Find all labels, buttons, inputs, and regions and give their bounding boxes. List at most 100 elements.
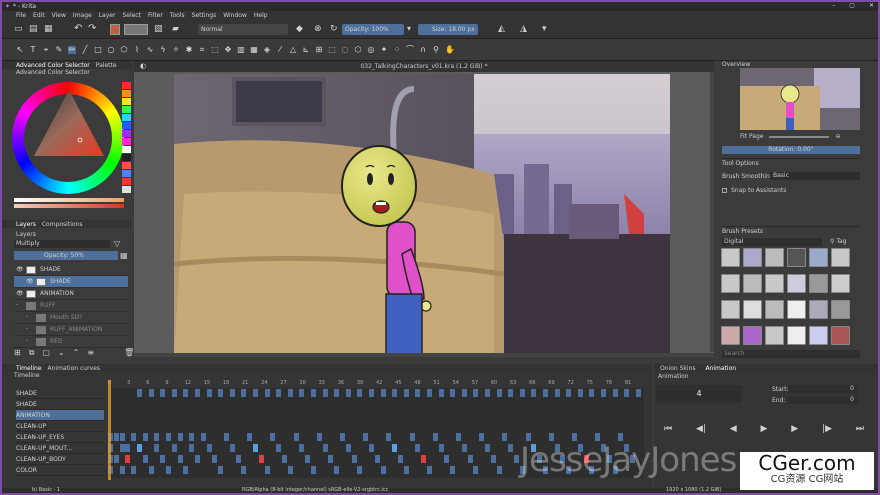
tab-compositions[interactable]: Compositions [42, 221, 83, 228]
layer-row[interactable]: · RUFF [14, 300, 128, 312]
keyframe[interactable] [485, 444, 490, 452]
keyframe[interactable] [380, 389, 386, 397]
timeline-row-label[interactable]: COLOR [16, 465, 104, 476]
saturation-slider[interactable] [14, 204, 124, 208]
keyframe[interactable] [218, 466, 224, 474]
layer-row-selected[interactable]: 👁 SHADE [14, 276, 128, 288]
keyframe[interactable] [432, 433, 438, 441]
bezier-select-icon[interactable]: ⌒ [406, 46, 414, 54]
keyframe[interactable] [119, 466, 125, 474]
timeline-row-label[interactable]: SHADE [16, 399, 104, 410]
next-keyframe-icon[interactable]: |▶ [822, 424, 832, 436]
keyframe[interactable] [403, 466, 409, 474]
keyframe[interactable] [166, 466, 171, 474]
edit-shapes-icon[interactable]: ⌖ [42, 46, 50, 54]
brush-preset[interactable] [743, 326, 762, 345]
previous-frame-icon[interactable]: ◀ [730, 424, 737, 436]
reload-preset-icon[interactable]: ↻ [330, 24, 338, 34]
keyframe[interactable] [473, 389, 479, 397]
preset-search-input[interactable]: Search [722, 350, 860, 358]
keyframe[interactable] [415, 444, 421, 452]
brush-preset[interactable] [831, 326, 850, 345]
redo-icon[interactable]: ↷ [88, 23, 96, 34]
keyframe[interactable] [508, 444, 514, 452]
keyframe[interactable] [473, 466, 479, 474]
tab-animation-curves[interactable]: Animation curves [48, 365, 100, 372]
swatch[interactable] [122, 106, 131, 113]
keyframe[interactable] [357, 389, 363, 397]
brush-preset-icon[interactable]: ▰ [172, 24, 179, 34]
layer-properties-icon[interactable]: ▢ [42, 348, 50, 358]
keyframe[interactable] [212, 455, 218, 463]
first-frame-icon[interactable]: ⏮ [664, 424, 672, 436]
keyframe[interactable] [438, 389, 444, 397]
ellipse-select-icon[interactable]: ◌ [341, 46, 349, 54]
size-slider[interactable]: Size: 18.00 px [418, 24, 478, 35]
layer-row[interactable]: 👁 SHADE [14, 264, 128, 276]
keyframe[interactable] [125, 444, 131, 452]
blend-mode-select[interactable]: Normal [198, 24, 288, 35]
measure-tool-icon[interactable]: ⊾ [302, 46, 310, 54]
timeline-frame-row[interactable] [108, 388, 644, 397]
magnetic-select-icon[interactable]: ∩ [419, 46, 427, 54]
undo-icon[interactable]: ↶ [74, 23, 82, 34]
minimize-button[interactable]: – [832, 2, 835, 9]
crop-tool-icon[interactable]: ⌗ [198, 46, 206, 54]
play-icon[interactable]: ▶ [761, 424, 768, 436]
swatch[interactable] [122, 138, 131, 145]
keyframe[interactable] [415, 389, 421, 397]
keyframe[interactable] [461, 389, 467, 397]
visibility-eye-icon[interactable]: 👁 [16, 266, 24, 273]
visibility-eye-icon[interactable]: 👁 [26, 278, 34, 285]
keyframe[interactable] [531, 389, 537, 397]
swatch[interactable] [122, 186, 131, 193]
keyframe[interactable] [119, 444, 125, 452]
timeline-frame-row[interactable] [108, 421, 644, 430]
tab-onion-skins[interactable]: Onion Skins [660, 365, 695, 372]
canvas-vertical-scrollbar[interactable] [710, 72, 714, 352]
keyframe[interactable] [270, 433, 276, 441]
calligraphy-icon[interactable]: ✎ [55, 46, 63, 54]
layer-blend-mode-select[interactable]: Multiply [14, 240, 110, 248]
keyframe[interactable] [189, 444, 195, 452]
keyframe[interactable] [229, 389, 235, 397]
keyframe[interactable] [113, 455, 119, 463]
tab-timeline[interactable]: Timeline [16, 365, 42, 372]
reference-tool-icon[interactable]: ⊞ [315, 46, 323, 54]
playhead[interactable] [108, 380, 111, 480]
overview-thumbnail[interactable] [740, 68, 860, 130]
timeline-row-label-selected[interactable]: ANIMATION [16, 410, 104, 421]
lightness-slider[interactable] [14, 198, 124, 202]
move-layer-up-icon[interactable]: ⌃ [73, 348, 80, 358]
menu-image[interactable]: Image [73, 12, 92, 19]
menu-view[interactable]: View [52, 12, 66, 19]
keyframe[interactable] [612, 389, 618, 397]
keyframe[interactable] [554, 389, 560, 397]
brush-preset[interactable] [743, 248, 762, 267]
rect-select-icon[interactable]: ⬚ [328, 46, 336, 54]
keyframe[interactable] [195, 389, 200, 397]
keyframe[interactable] [177, 433, 183, 441]
layer-row[interactable]: · RED [14, 336, 128, 348]
brush-preset[interactable] [787, 326, 806, 345]
keyframe[interactable] [450, 466, 456, 474]
keyframe[interactable] [131, 433, 137, 441]
keyframe[interactable] [253, 389, 258, 397]
zoom-out-icon[interactable]: ⊖ [835, 133, 840, 140]
keyframe[interactable] [282, 455, 287, 463]
previous-keyframe-icon[interactable]: ◀| [696, 424, 706, 436]
keyframe[interactable] [392, 389, 398, 397]
keyframe[interactable] [160, 455, 166, 463]
duplicate-layer-icon[interactable]: ⧉ [29, 348, 35, 358]
rotation-slider[interactable]: Rotation: 0.00° [722, 146, 860, 154]
opacity-slider[interactable]: Opacity: 100% [342, 24, 404, 35]
keyframe[interactable] [601, 389, 606, 397]
keyframe[interactable] [438, 444, 444, 452]
freehand-select-icon[interactable]: ◎ [367, 46, 375, 54]
brush-preset[interactable] [831, 300, 850, 319]
multibrush-icon[interactable]: ✱ [185, 46, 193, 54]
keyframe[interactable] [189, 433, 195, 441]
keyframe[interactable] [241, 389, 247, 397]
add-layer-icon[interactable]: ⊞ [14, 348, 21, 358]
tab-animation[interactable]: Animation [705, 365, 736, 372]
